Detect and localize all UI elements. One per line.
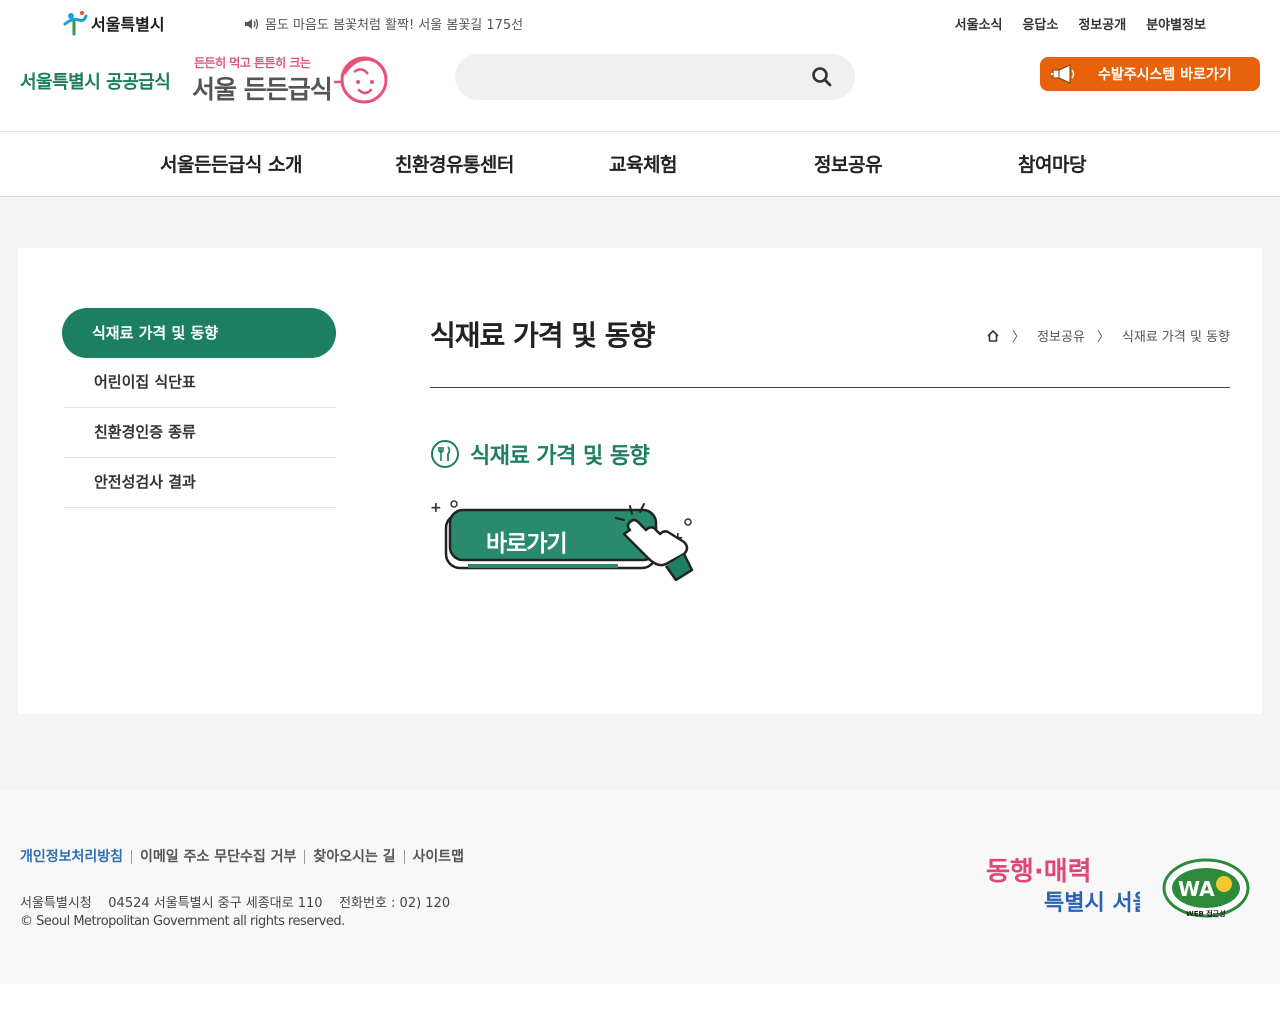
seoul-logo-text: 서울특별시	[91, 15, 165, 34]
svg-text:WEB 접근성: WEB 접근성	[1186, 909, 1226, 918]
footer-links: 개인정보처리방침 이메일 주소 무단수집 거부 찾아오시는 길 사이트맵	[20, 850, 472, 864]
megaphone-icon	[1051, 64, 1075, 84]
svg-text:WA: WA	[1178, 877, 1215, 901]
brand-name: 서울 든든급식	[192, 75, 333, 104]
home-icon[interactable]	[986, 329, 1000, 343]
side-menu: 식재료 가격 및 동향 어린이집 식단표 친환경인증 종류 안전성검사 결과	[62, 308, 336, 508]
search-input[interactable]	[473, 62, 793, 92]
gnb-item-intro[interactable]: 서울든든급식 소개	[160, 150, 302, 177]
shortcut-button[interactable]: + + 바로가기	[428, 496, 698, 596]
order-system-button[interactable]: 수발주시스템 바로가기	[1040, 57, 1260, 91]
section-heading: 식재료 가격 및 동향	[430, 438, 650, 470]
utility-links: 서울소식 응답소 정보공개 분야별정보	[955, 14, 1206, 33]
footer-address: 서울특별시청 04524 서울특별시 중구 세종대로 110 전화번호 : 02…	[20, 896, 451, 911]
girl-face-icon	[334, 56, 388, 104]
site-title[interactable]: 서울특별시 공공급식	[20, 68, 171, 94]
speaker-icon	[245, 18, 259, 29]
util-link-news[interactable]: 서울소식	[955, 14, 1003, 33]
order-system-label: 수발주시스템 바로가기	[1098, 67, 1232, 83]
footer-link-privacy[interactable]: 개인정보처리방침	[20, 850, 131, 864]
spoon-fork-icon	[431, 440, 459, 468]
seoul-city-logo[interactable]: 서울특별시	[62, 10, 165, 36]
breadcrumb-separator: 〉	[1096, 330, 1110, 345]
notice-text: 몸도 마음도 봄꽃처럼 활짝! 서울 봄꽃길 175선	[265, 18, 524, 33]
util-link-eungdapso[interactable]: 응답소	[1022, 14, 1058, 33]
bottom-band	[0, 984, 1280, 1024]
breadcrumb-item-current[interactable]: 식재료 가격 및 동향	[1122, 326, 1230, 345]
gnb-item-distribution-center[interactable]: 친환경유통센터	[395, 150, 514, 177]
notice-ticker[interactable]: 몸도 마음도 봄꽃처럼 활짝! 서울 봄꽃길 175선	[244, 14, 523, 33]
breadcrumb-item-info-share[interactable]: 정보공유	[1037, 326, 1085, 345]
brand-tagline: 든든히 먹고 튼튼히 크는	[194, 56, 311, 70]
side-menu-item-ingredient-prices[interactable]: 식재료 가격 및 동향	[62, 308, 336, 358]
svg-text:동행·매력: 동행·매력	[986, 857, 1092, 887]
svg-text:특별시 서울: 특별시 서울	[1044, 891, 1140, 916]
top-bar: 서울특별시 몸도 마음도 봄꽃처럼 활짝! 서울 봄꽃길 175선 서울소식 응…	[0, 0, 1280, 48]
side-menu-item-eco-certification[interactable]: 친환경인증 종류	[64, 408, 336, 458]
main-navigation: 서울든든급식 소개 친환경유통센터 교육체험 정보공유 참여마당	[0, 131, 1280, 197]
search-box	[455, 54, 855, 100]
section-title: 식재료 가격 및 동향	[470, 444, 650, 469]
seoul-emblem-icon	[63, 11, 88, 36]
util-link-info-disclosure[interactable]: 정보공개	[1078, 14, 1126, 33]
search-icon[interactable]	[811, 66, 833, 88]
gnb-item-participation[interactable]: 참여마당	[1018, 150, 1086, 177]
util-link-field-info[interactable]: 분야별정보	[1146, 14, 1206, 33]
footer-link-sitemap[interactable]: 사이트맵	[403, 850, 473, 864]
breadcrumb-separator: 〉	[1012, 330, 1026, 345]
shortcut-label: 바로가기	[486, 531, 568, 557]
gnb-item-education[interactable]: 교육체험	[609, 150, 677, 177]
footer-link-email-refusal[interactable]: 이메일 주소 무단수집 거부	[131, 850, 304, 864]
footer-copyright: © Seoul Metropolitan Government all righ…	[20, 914, 345, 929]
seoul-slogan-logo: 동행·매력 특별시 서울	[986, 857, 1140, 916]
brand-logo[interactable]: 든든히 먹고 튼튼히 크는 서울 든든급식	[192, 52, 402, 104]
content-card: 식재료 가격 및 동향 어린이집 식단표 친환경인증 종류 안전성검사 결과 식…	[18, 248, 1262, 714]
svg-text:+: +	[430, 500, 442, 516]
title-divider	[430, 387, 1230, 388]
gnb-item-info-share[interactable]: 정보공유	[814, 150, 882, 177]
page-title: 식재료 가격 및 동향	[430, 319, 655, 352]
footer-link-directions[interactable]: 찾아오시는 길	[304, 850, 403, 864]
side-menu-item-safety-test[interactable]: 안전성검사 결과	[64, 458, 336, 508]
site-header: 서울특별시 몸도 마음도 봄꽃처럼 활짝! 서울 봄꽃길 175선 서울소식 응…	[0, 0, 1280, 197]
breadcrumb: 〉 정보공유 〉 식재료 가격 및 동향	[986, 326, 1230, 345]
site-footer: 개인정보처리방침 이메일 주소 무단수집 거부 찾아오시는 길 사이트맵 서울특…	[0, 790, 1280, 984]
web-accessibility-mark: WA WEB 접근성	[1162, 858, 1250, 918]
side-menu-item-daycare-menu[interactable]: 어린이집 식단표	[64, 358, 336, 408]
